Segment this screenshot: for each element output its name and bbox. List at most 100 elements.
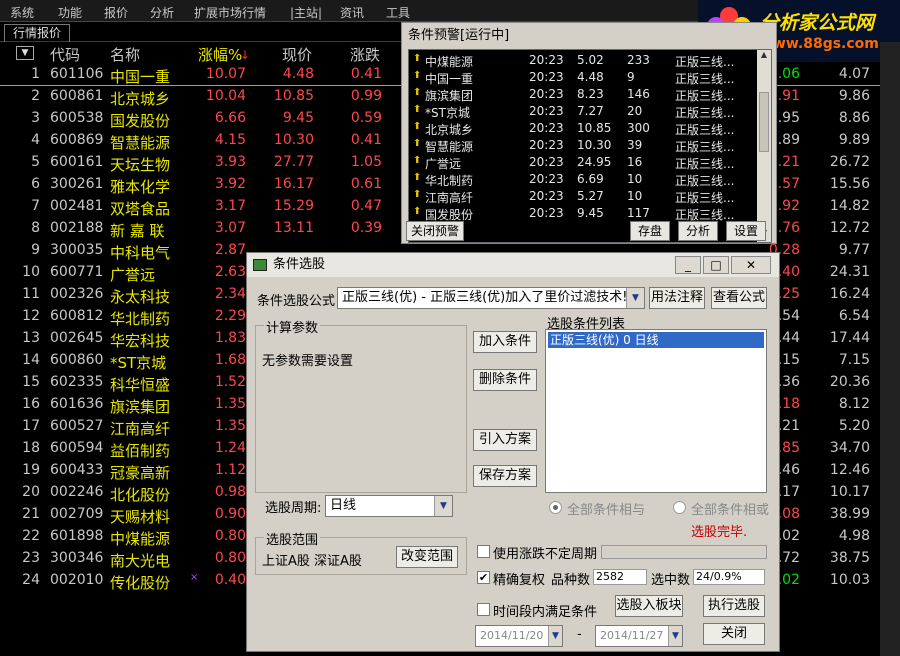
alert-title[interactable]: 条件预警[运行中] [404, 25, 774, 47]
stock-code: 600527 [50, 418, 104, 434]
params-group: 计算参数 无参数需要设置 [255, 317, 467, 493]
header-pct[interactable]: 涨幅% [198, 44, 242, 65]
radio-or-label: 全部条件相或 [691, 503, 770, 518]
usage-notes-button[interactable]: 用法注释 [649, 287, 705, 309]
chevron-down-icon[interactable]: ▼ [668, 626, 682, 646]
alert-row[interactable]: ⬆ 广誉远 20:23 24.95 16 正版三线... [409, 154, 755, 171]
delete-condition-button[interactable]: 删除条件 [473, 369, 537, 391]
menu-function[interactable]: 功能 [58, 4, 82, 21]
condition-list[interactable]: 正版三线(优) 0 日线 [545, 329, 767, 493]
condition-item[interactable]: 正版三线(优) 0 日线 [548, 332, 764, 348]
alert-row[interactable]: ⬆ 北京城乡 20:23 10.85 300 正版三线... [409, 120, 755, 137]
pe-ratio: 6.54 [838, 308, 870, 324]
radio-or[interactable] [673, 501, 686, 514]
stock-name: 江南高纤 [110, 420, 171, 438]
stock-name: 北京城乡 [110, 90, 171, 108]
alert-price: 8.23 [577, 87, 604, 101]
date-to[interactable]: 2014/11/27 ▼ [595, 625, 683, 647]
menu-tools[interactable]: 工具 [386, 4, 410, 21]
tab-quotes[interactable]: 行情报价 [4, 24, 70, 42]
alert-stock-name: 北京城乡 [425, 123, 474, 137]
period-select[interactable]: 日线 ▼ [325, 495, 453, 517]
chevron-down-icon[interactable]: ▼ [434, 496, 452, 516]
close-icon[interactable]: ✕ [731, 256, 771, 274]
formula-select[interactable]: 正版三线(优) - 正版三线(优)加入了里价过滤技术! ▼ [337, 287, 645, 309]
stock-name: 中国一重 [110, 68, 171, 86]
header-price[interactable]: 现价 [282, 44, 312, 65]
execute-button[interactable]: 执行选股 [703, 595, 765, 617]
pe-ratio: 34.70 [829, 440, 870, 456]
row-number: 23 [22, 550, 40, 566]
alert-row[interactable]: ⬆ *ST京城 20:23 7.27 20 正版三线... [409, 103, 755, 120]
price: 9.45 [282, 110, 314, 126]
chevron-down-icon[interactable]: ▼ [548, 626, 562, 646]
save-alert-button[interactable]: 存盘 [630, 221, 670, 241]
alert-price: 10.30 [577, 138, 612, 152]
menu-extended-market[interactable]: 扩展市场行情 [194, 4, 266, 21]
analyze-button[interactable]: 分析 [678, 221, 718, 241]
alert-row[interactable]: ⬆ 中煤能源 20:23 5.02 233 正版三线... [409, 52, 755, 69]
period-label: 选股周期: [265, 501, 322, 516]
stock-code: 600860 [50, 352, 104, 368]
scroll-up-icon[interactable]: ▲ [758, 50, 770, 64]
row-number: 14 [22, 352, 40, 368]
stock-code: 601898 [50, 528, 104, 544]
view-formula-button[interactable]: 查看公式 [711, 287, 767, 309]
menu-analysis[interactable]: 分析 [150, 4, 174, 21]
app-icon [253, 259, 267, 271]
alert-row[interactable]: ⬆ 江南高纤 20:23 5.27 10 正版三线... [409, 188, 755, 205]
chk-time-range[interactable] [477, 603, 490, 616]
pe-ratio: 5.20 [838, 418, 870, 434]
alert-row[interactable]: ⬆ 智慧能源 20:23 10.30 39 正版三线... [409, 137, 755, 154]
alert-row[interactable]: ⬆ 国发股份 20:23 9.45 117 正版三线... [409, 205, 755, 222]
close-button[interactable]: 关闭 [703, 623, 765, 645]
alert-price: 9.45 [577, 206, 604, 220]
header-change[interactable]: 涨跌 [350, 44, 380, 65]
alert-row[interactable]: ⬆ 旗滨集团 20:23 8.23 146 正版三线... [409, 86, 755, 103]
minimize-icon[interactable]: _ [675, 256, 701, 274]
change-pct: 3.93 [214, 154, 246, 170]
chevron-down-icon[interactable]: ▼ [626, 288, 644, 308]
radio-and[interactable] [549, 501, 562, 514]
alert-time: 20:23 [529, 87, 564, 101]
alert-row[interactable]: ⬆ 中国一重 20:23 4.48 9 正版三线... [409, 69, 755, 86]
right-scrollbar[interactable] [880, 42, 900, 656]
stock-code: 600538 [50, 110, 104, 126]
chk-variable-period[interactable] [477, 545, 490, 558]
to-block-button[interactable]: 选股入板块 [615, 595, 683, 617]
menu-news[interactable]: 资讯 [340, 4, 364, 21]
date-to-value: 2014/11/27 [600, 629, 664, 642]
alert-price: 24.95 [577, 155, 612, 169]
settings-button[interactable]: 设置 [726, 221, 766, 241]
save-plan-button[interactable]: 保存方案 [473, 465, 537, 487]
header-name[interactable]: 名称 [110, 44, 140, 65]
selected-label: 选中数 [651, 573, 691, 588]
menu-quote[interactable]: 报价 [104, 4, 128, 21]
alert-time: 20:23 [529, 155, 564, 169]
mark-icon: × [190, 572, 199, 583]
alert-stock-name: 广誉远 [425, 157, 462, 171]
range-group: 选股范围 上证A股 深证A股 改变范围 [255, 529, 467, 575]
change-range-button[interactable]: 改变范围 [396, 546, 458, 568]
menu-main-station[interactable]: |主站| [290, 4, 322, 21]
date-from[interactable]: 2014/11/20 ▼ [475, 625, 563, 647]
alert-stock-name: 华北制药 [425, 174, 474, 188]
alert-scrollbar[interactable]: ▲ ▼ [757, 50, 771, 242]
pe-ratio: 9.89 [838, 132, 870, 148]
close-alert-button[interactable]: 关闭预警 [406, 221, 464, 241]
header-code[interactable]: 代码 [50, 44, 80, 65]
pe-ratio: 24.31 [829, 264, 870, 280]
stock-name: 广誉远 [110, 266, 156, 284]
add-condition-button[interactable]: 加入条件 [473, 331, 537, 353]
scroll-thumb[interactable] [759, 92, 769, 152]
import-plan-button[interactable]: 引入方案 [473, 429, 537, 451]
alert-row[interactable]: ⬆ 华北制药 20:23 6.69 10 正版三线... [409, 171, 755, 188]
row-number: 17 [22, 418, 40, 434]
up-arrow-icon: ⬆ [413, 172, 422, 183]
progress-bar [601, 545, 767, 559]
chk-adjust[interactable]: ✔ [477, 571, 490, 584]
sort-dropdown-icon[interactable]: ▼ [16, 46, 34, 60]
menu-system[interactable]: 系统 [10, 4, 34, 21]
stock-code: 600433 [50, 462, 104, 478]
maximize-icon[interactable]: □ [703, 256, 729, 274]
